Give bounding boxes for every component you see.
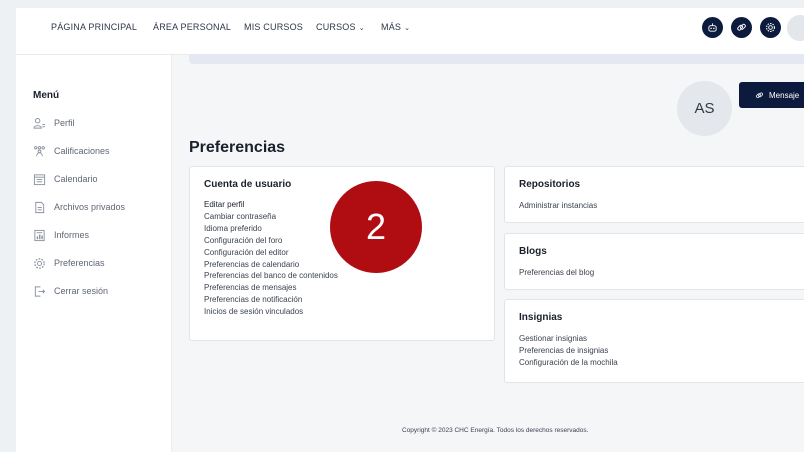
sidebar-item-label: Preferencias bbox=[54, 258, 105, 268]
message-button[interactable]: Mensaje bbox=[739, 82, 804, 108]
card-title: Repositorios bbox=[519, 179, 581, 190]
card-title: Cuenta de usuario bbox=[204, 179, 292, 190]
sidebar-item-preferences[interactable]: Preferencias bbox=[32, 255, 105, 271]
sidebar-item-label: Calificaciones bbox=[54, 146, 110, 156]
logout-icon bbox=[32, 284, 46, 298]
repositories-card: Repositorios Administrar instancias bbox=[504, 166, 804, 223]
chevron-down-icon: ⌄ bbox=[358, 25, 365, 32]
footer-copyright: Copyright © 2023 CHC Energía. Todos los … bbox=[402, 427, 589, 434]
nav-courses-label: CURSOS bbox=[316, 22, 356, 32]
link-linked-logins[interactable]: Inicios de sesión vinculados bbox=[204, 306, 338, 318]
nav-dashboard-link[interactable]: ÁREA PERSONAL bbox=[153, 22, 231, 32]
sidebar-item-label: Perfil bbox=[54, 118, 75, 128]
account-links: Editar perfil Cambiar contraseña Idioma … bbox=[204, 199, 338, 318]
link-notification-preferences[interactable]: Preferencias de notificación bbox=[204, 294, 338, 306]
card-title: Blogs bbox=[519, 246, 547, 257]
link-icon[interactable] bbox=[731, 17, 752, 38]
link-forum-settings[interactable]: Configuración del foro bbox=[204, 235, 338, 247]
sidebar-item-label: Informes bbox=[54, 230, 90, 240]
link-badge-preferences[interactable]: Preferencias de insignias bbox=[519, 345, 618, 357]
link-manage-instances[interactable]: Administrar instancias bbox=[519, 200, 597, 212]
link-preferred-language[interactable]: Idioma preferido bbox=[204, 223, 338, 235]
profile-avatar: AS bbox=[677, 81, 732, 136]
sidebar-item-label: Calendario bbox=[54, 174, 98, 184]
blogs-card: Blogs Preferencias del blog bbox=[504, 233, 804, 290]
sidebar-item-grades[interactable]: Calificaciones bbox=[32, 143, 110, 159]
link-manage-badges[interactable]: Gestionar insignias bbox=[519, 333, 618, 345]
report-icon bbox=[32, 228, 46, 242]
calendar-icon bbox=[32, 172, 46, 186]
file-icon bbox=[32, 200, 46, 214]
link-blog-preferences[interactable]: Preferencias del blog bbox=[519, 267, 594, 279]
sidebar-item-reports[interactable]: Informes bbox=[32, 227, 89, 243]
nav-my-courses-link[interactable]: MIS CURSOS bbox=[244, 22, 303, 32]
badges-links: Gestionar insignias Preferencias de insi… bbox=[519, 333, 618, 369]
link-backpack-settings[interactable]: Configuración de la mochila bbox=[519, 357, 618, 369]
repositories-links: Administrar instancias bbox=[519, 200, 597, 212]
badges-card: Insignias Gestionar insignias Preferenci… bbox=[504, 299, 804, 383]
nav-more-label: MÁS bbox=[381, 22, 402, 32]
gear-icon[interactable] bbox=[760, 17, 781, 38]
link-edit-profile[interactable]: Editar perfil bbox=[204, 199, 338, 211]
link-editor-settings[interactable]: Configuración del editor bbox=[204, 247, 338, 259]
blogs-links: Preferencias del blog bbox=[519, 267, 594, 279]
step-number-badge: 2 bbox=[330, 181, 422, 273]
gear-icon bbox=[32, 256, 46, 270]
sidebar-item-label: Cerrar sesión bbox=[54, 286, 109, 296]
grades-icon bbox=[32, 144, 46, 158]
link-calendar-preferences[interactable]: Preferencias de calendario bbox=[204, 259, 338, 271]
link-content-bank-preferences[interactable]: Preferencias del banco de contenidos bbox=[204, 270, 338, 282]
message-icon bbox=[755, 91, 764, 100]
nav-more-dropdown[interactable]: MÁS ⌄ bbox=[381, 22, 410, 32]
nav-courses-dropdown[interactable]: CURSOS ⌄ bbox=[316, 22, 365, 32]
header-banner bbox=[189, 54, 804, 64]
chevron-down-icon: ⌄ bbox=[404, 25, 411, 32]
robot-icon[interactable] bbox=[702, 17, 723, 38]
sidebar: Menú Perfil Calificaciones Calendario Ar… bbox=[16, 55, 172, 452]
profile-icon bbox=[32, 116, 46, 130]
nav-home-link[interactable]: PÁGINA PRINCIPAL bbox=[51, 22, 137, 32]
link-change-password[interactable]: Cambiar contraseña bbox=[204, 211, 338, 223]
sidebar-item-label: Archivos privados bbox=[54, 202, 126, 212]
page-title: Preferencias bbox=[189, 139, 286, 156]
sidebar-item-calendar[interactable]: Calendario bbox=[32, 171, 98, 187]
sidebar-item-logout[interactable]: Cerrar sesión bbox=[32, 283, 108, 299]
sidebar-title: Menú bbox=[33, 90, 60, 101]
message-button-label: Mensaje bbox=[769, 90, 800, 100]
card-title: Insignias bbox=[519, 312, 563, 323]
link-message-preferences[interactable]: Preferencias de mensajes bbox=[204, 282, 338, 294]
sidebar-item-private-files[interactable]: Archivos privados bbox=[32, 199, 125, 215]
sidebar-item-profile[interactable]: Perfil bbox=[32, 115, 75, 131]
